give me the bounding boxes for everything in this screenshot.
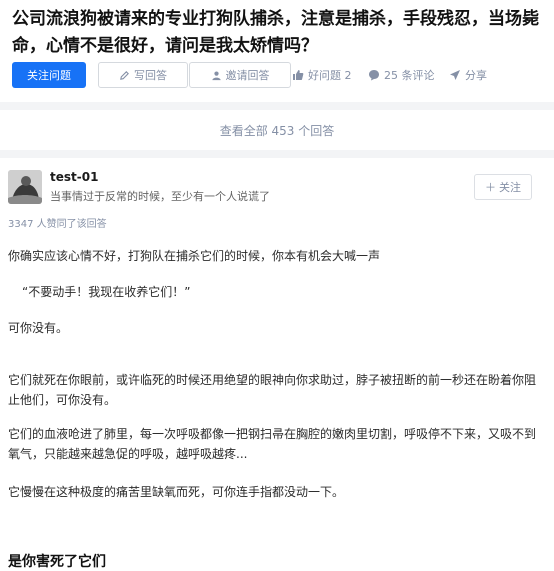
comments-label: 25 条评论 xyxy=(384,69,435,82)
good-question-button[interactable]: 好问题 2 xyxy=(292,62,352,88)
comments-button[interactable]: 25 条评论 xyxy=(368,62,435,88)
question-title: 公司流浪狗被请来的专业打狗队捕杀，注意是捕杀，手段残忍，当场毙命，心情不是很好，… xyxy=(12,9,539,56)
answer-paragraph: 可你没有。 xyxy=(8,321,69,335)
follow-author-label: 关注 xyxy=(499,181,521,194)
share-icon xyxy=(449,69,461,81)
plus-icon: ＋ xyxy=(485,181,496,194)
pencil-icon xyxy=(119,70,130,81)
follow-author-button[interactable]: ＋ 关注 xyxy=(474,174,532,200)
upvote-count: 3347 人赞同了该回答 xyxy=(8,219,107,230)
author-name[interactable]: test-01 xyxy=(50,170,98,184)
write-answer-button[interactable]: 写回答 xyxy=(98,62,188,88)
answer-paragraph: 你确实应该心情不好，打狗队在捕杀它们的时候，你本有机会大喊一声 xyxy=(8,249,381,263)
invite-answer-button[interactable]: 邀请回答 xyxy=(189,62,291,88)
answer-paragraph: “不要动手！我现在收养它们！” xyxy=(22,285,191,299)
follow-question-button[interactable]: 关注问题 xyxy=(12,62,86,88)
comment-icon xyxy=(368,69,380,81)
answer-paragraph: 它们的血液呛进了肺里，每一次呼吸都像一把钢扫帚在胸腔的嫩肉里切割，呼吸停不下来，… xyxy=(8,427,537,461)
section-divider xyxy=(0,150,554,158)
write-answer-label: 写回答 xyxy=(134,69,167,82)
share-label: 分享 xyxy=(465,69,487,82)
view-all-answers-link[interactable]: 查看全部 453 个回答 xyxy=(0,110,554,150)
share-button[interactable]: 分享 xyxy=(449,62,487,88)
thumbs-up-icon xyxy=(292,69,304,81)
invite-answer-label: 邀请回答 xyxy=(225,69,270,82)
question-actions: 关注问题 写回答 邀请回答 好问题 2 25 条评论 分享 xyxy=(12,62,544,88)
invite-user-icon xyxy=(211,70,222,81)
answer-subheading: 是你害死了它们 xyxy=(8,554,106,570)
avatar[interactable] xyxy=(8,170,42,204)
answer-paragraph: 它们就死在你眼前，或许临死的时候还用绝望的眼神向你求助过，脖子被扭断的前一秒还在… xyxy=(8,373,537,407)
section-divider xyxy=(0,102,554,110)
good-question-label: 好问题 2 xyxy=(308,69,352,82)
answer-paragraph: 它慢慢在这种极度的痛苦里缺氧而死，可你连手指都没动一下。 xyxy=(8,485,345,499)
author-bio: 当事情过于反常的时候，至少有一个人说谎了 xyxy=(50,190,270,203)
